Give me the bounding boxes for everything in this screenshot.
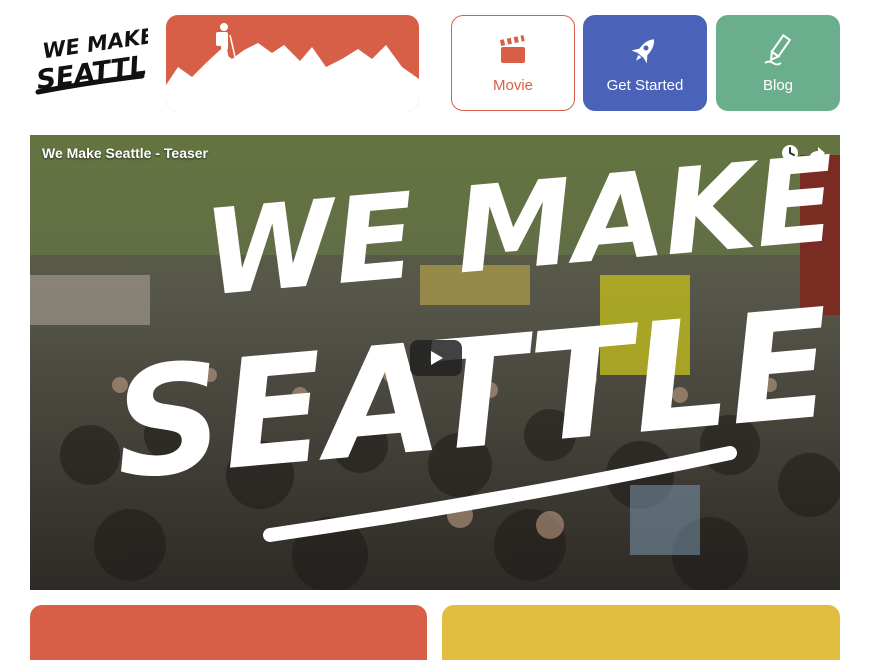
movie-label: Movie	[492, 76, 533, 94]
we-make-seattle-logo[interactable]: WE MAKE SEATTLE	[30, 20, 168, 97]
pencil-icon	[764, 33, 792, 65]
share-icon[interactable]	[807, 143, 827, 163]
video-player[interactable]: WE MAKE SEATTLE We Make Seattle - Teaser	[30, 135, 840, 590]
hero-hiker-tile[interactable]	[166, 15, 419, 111]
blog-button[interactable]: Blog	[716, 15, 840, 111]
movie-button[interactable]: Movie	[451, 15, 575, 111]
yellow-feature-card[interactable]	[442, 605, 840, 660]
video-title[interactable]: We Make Seattle - Teaser	[42, 145, 208, 161]
get-started-label: Get Started	[606, 76, 684, 94]
watch-later-icon[interactable]	[780, 143, 800, 163]
blog-label: Blog	[762, 76, 794, 94]
play-icon	[431, 351, 443, 365]
red-feature-card[interactable]	[30, 605, 427, 660]
clapperboard-icon	[499, 34, 525, 63]
play-button[interactable]	[410, 340, 462, 376]
rocket-icon	[631, 38, 655, 63]
get-started-button[interactable]: Get Started	[583, 15, 707, 111]
